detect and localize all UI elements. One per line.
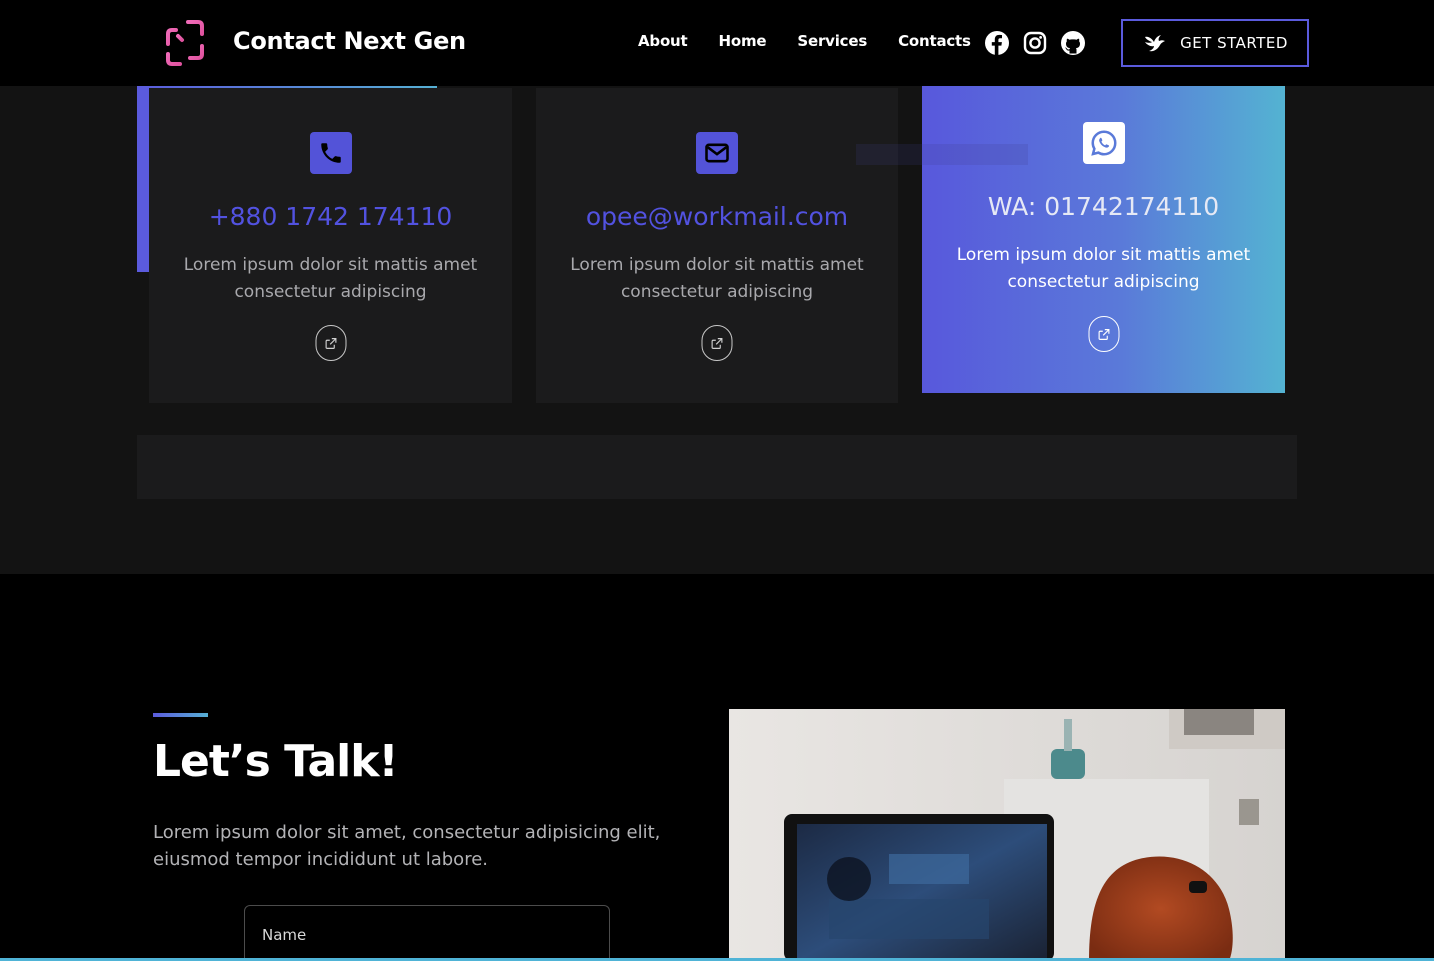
external-link-icon[interactable] xyxy=(315,325,346,361)
get-started-label: GET STARTED xyxy=(1180,34,1288,52)
phone-number[interactable]: +880 1742 174110 xyxy=(149,202,512,231)
envelope-icon xyxy=(696,132,738,174)
name-input[interactable] xyxy=(244,905,610,961)
talk-accent-line xyxy=(153,713,208,717)
workspace-photo xyxy=(729,709,1285,961)
nav-services[interactable]: Services xyxy=(797,32,867,50)
logo-icon[interactable] xyxy=(160,18,210,68)
phone-icon xyxy=(309,132,352,174)
social-links xyxy=(984,30,1086,56)
section-accent-line xyxy=(137,86,437,88)
get-started-button[interactable]: GET STARTED xyxy=(1121,19,1309,67)
bird-icon xyxy=(1145,35,1166,52)
email-card-description: Lorem ipsum dolor sit mattis amet consec… xyxy=(570,255,864,302)
map-placeholder-strip xyxy=(137,435,1297,499)
facebook-icon[interactable] xyxy=(984,30,1010,56)
external-link-icon[interactable] xyxy=(1088,316,1119,352)
phone-card-description: Lorem ipsum dolor sit mattis amet consec… xyxy=(183,255,478,302)
whatsapp-card-description: Lorem ipsum dolor sit mattis amet consec… xyxy=(956,245,1251,292)
nav-about[interactable]: About xyxy=(638,32,688,50)
github-icon[interactable] xyxy=(1060,30,1086,56)
email-card: opee@workmail.com Lorem ipsum dolor sit … xyxy=(536,88,898,403)
external-link-icon[interactable] xyxy=(701,325,733,361)
talk-heading: Let’s Talk! xyxy=(153,736,399,787)
whatsapp-icon xyxy=(1082,122,1125,164)
brand-name[interactable]: Contact Next Gen xyxy=(233,27,466,55)
whatsapp-number[interactable]: WA: 01742174110 xyxy=(922,192,1285,221)
faded-tooltip xyxy=(856,144,1028,165)
card-accent-bar xyxy=(137,88,149,272)
whatsapp-card: WA: 01742174110 Lorem ipsum dolor sit ma… xyxy=(922,86,1285,393)
email-address[interactable]: opee@workmail.com xyxy=(536,202,898,231)
talk-description: Lorem ipsum dolor sit amet, consectetur … xyxy=(153,822,661,870)
nav-contacts[interactable]: Contacts xyxy=(898,32,971,50)
instagram-icon[interactable] xyxy=(1022,30,1048,56)
main-nav: About Home Services Contacts xyxy=(638,32,1002,50)
nav-home[interactable]: Home xyxy=(719,32,767,50)
phone-card: +880 1742 174110 Lorem ipsum dolor sit m… xyxy=(149,88,512,403)
site-header: Contact Next Gen About Home Services Con… xyxy=(0,0,1434,86)
